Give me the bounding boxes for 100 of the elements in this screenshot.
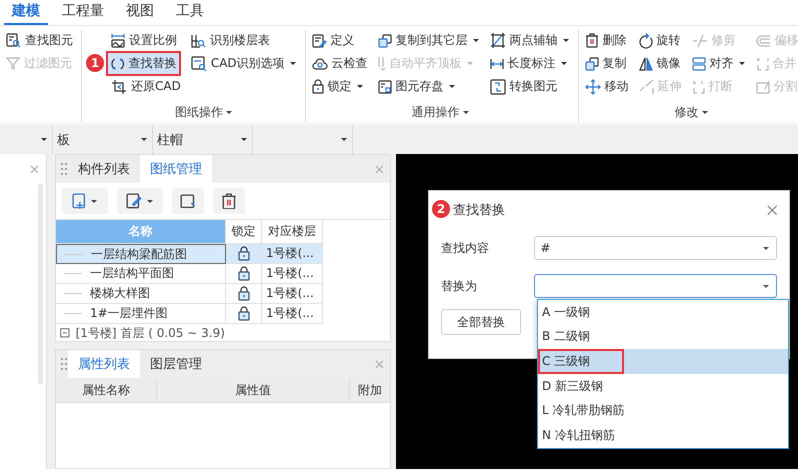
ribbon-button[interactable]: 锁定 — [308, 76, 367, 97]
drawing-name: 一层结构梁配筋图 — [91, 246, 187, 262]
edit-icon — [126, 193, 142, 209]
column-header[interactable]: 属性值 — [157, 378, 350, 402]
toolbar-button[interactable] — [213, 188, 245, 214]
save-document-icon — [378, 80, 392, 94]
ribbon-button[interactable]: 识别楼层表 — [188, 30, 273, 51]
menu-tab[interactable]: 建模 — [4, 0, 48, 25]
caret-icon — [40, 137, 48, 142]
drawing-name: 楼梯大样图 — [90, 285, 150, 302]
swap-arrows-icon — [111, 58, 124, 70]
move-icon — [584, 78, 601, 94]
ribbon-button[interactable]: 复制 — [582, 53, 630, 74]
panel-tab[interactable]: 图纸管理 — [140, 155, 212, 183]
panel-tab[interactable]: 属性列表 — [68, 350, 140, 378]
dropdown-option[interactable]: A 一级钢 — [538, 300, 788, 325]
dropdown-option[interactable]: C 三级钢 — [538, 349, 788, 374]
ribbon-button[interactable]: 删除 — [582, 30, 630, 51]
delete-icon — [221, 192, 237, 210]
menu-tab[interactable]: 工具 — [168, 0, 212, 25]
replace-all-button[interactable]: 全部替换 — [441, 309, 521, 335]
caret-icon — [738, 61, 746, 66]
toolbar-button[interactable] — [62, 188, 108, 214]
drag-handle-icon[interactable] — [60, 162, 68, 176]
caret-icon — [146, 198, 154, 204]
group-label[interactable]: 修改 — [670, 102, 713, 122]
caret-icon — [762, 246, 770, 250]
ribbon-button[interactable]: 设置比例 — [108, 30, 180, 51]
dropdown-option[interactable]: N 冷轧扭钢筋 — [538, 422, 788, 448]
ribbon-button[interactable]: 两点辅轴 — [486, 30, 573, 51]
align-icon — [692, 56, 706, 70]
table-row[interactable]: 一层结构平面图 1号楼(... — [56, 264, 323, 284]
ribbon-button[interactable]: 查找图元 — [3, 30, 76, 51]
table-row[interactable]: 1#一层埋件图 1号楼(... — [56, 304, 323, 324]
ribbon-button[interactable]: 还原CAD — [108, 76, 184, 97]
dropdown-option[interactable]: B 二级钢 — [538, 324, 788, 350]
dropdown-option[interactable]: D 新三级钢 — [538, 374, 788, 398]
group-label[interactable]: 通用操作 — [408, 102, 474, 122]
close-icon[interactable] — [375, 164, 384, 174]
document-search-icon — [6, 33, 21, 48]
copy-icon — [584, 56, 599, 70]
menu-tab[interactable]: 工程量 — [54, 0, 112, 25]
align-top-icon — [378, 56, 386, 71]
lock-icon[interactable] — [238, 306, 250, 321]
cad-search-icon — [190, 56, 207, 72]
table-row[interactable]: 一层结构梁配筋图 1号楼(... — [56, 244, 323, 264]
ribbon-button[interactable]: 移动 — [582, 76, 632, 97]
dropdown-field[interactable] — [534, 274, 777, 298]
add-drawing-icon — [72, 192, 86, 210]
ribbon-button[interactable]: 长度标注 — [486, 53, 571, 74]
ribbon-button[interactable]: 转换图元 — [486, 76, 561, 97]
ribbon-button[interactable]: 旋转 — [636, 30, 684, 51]
ribbon-button[interactable]: 复制到其它层 — [374, 30, 483, 51]
lock-icon[interactable] — [238, 266, 250, 281]
split-icon — [756, 80, 770, 94]
copy-icon — [378, 34, 392, 48]
lock-icon[interactable] — [238, 246, 250, 261]
toolbar-button[interactable] — [172, 188, 204, 214]
ribbon-button[interactable]: 镜像 — [636, 53, 684, 74]
panel-tab[interactable]: 构件列表 — [68, 155, 140, 183]
close-icon[interactable] — [766, 204, 777, 216]
extend-icon — [638, 78, 654, 94]
lock-icon[interactable] — [238, 286, 250, 301]
ribbon-button[interactable]: 对齐 — [688, 53, 749, 74]
column-header[interactable]: 属性名称 — [56, 378, 157, 402]
filter-icon — [6, 57, 20, 70]
table-row[interactable]: 楼梯大样图 1号楼(... — [56, 284, 323, 304]
caret-icon — [448, 84, 456, 89]
floor-group-label[interactable]: [1号楼] 首层 ( 0.05 ~ 3.9) — [76, 324, 225, 342]
ribbon-button[interactable]: 云检查 — [308, 53, 371, 74]
drag-handle-icon[interactable] — [60, 357, 68, 371]
ribbon-button[interactable]: 定义 — [308, 30, 358, 51]
close-icon[interactable] — [30, 164, 39, 174]
dropdown-field[interactable]: # — [534, 236, 777, 260]
lock-icon — [312, 79, 324, 94]
offset-icon — [756, 34, 771, 46]
panel-tab[interactable]: 图层管理 — [140, 350, 212, 378]
crop-icon — [111, 78, 127, 94]
caret-icon — [240, 137, 248, 142]
table-search-icon — [190, 34, 206, 48]
column-header[interactable]: 附加 — [350, 378, 390, 402]
ribbon-button[interactable]: CAD识别选项 — [188, 53, 300, 74]
caret-icon — [562, 38, 570, 43]
ribbon-button[interactable]: 图元存盘 — [374, 76, 459, 97]
toolbar-button[interactable] — [117, 188, 163, 214]
caret-icon — [762, 284, 770, 288]
step-badge: 1 — [86, 54, 104, 72]
close-icon[interactable] — [375, 360, 384, 368]
group-label[interactable]: 图纸操作 — [170, 102, 237, 122]
trim-icon — [692, 34, 708, 48]
ribbon-button[interactable]: 查找替换 — [108, 53, 180, 74]
caret-icon — [288, 61, 297, 66]
field-label: 查找内容 — [441, 240, 490, 256]
caret-icon — [472, 38, 480, 43]
dropdown-option[interactable]: L 冷轧带肋钢筋 — [538, 398, 788, 423]
diagonal-line-icon — [490, 32, 506, 49]
collapse-icon[interactable] — [60, 328, 70, 338]
caret-icon — [90, 198, 98, 204]
step-badge: 2 — [432, 200, 450, 218]
menu-tab[interactable]: 视图 — [118, 0, 162, 25]
